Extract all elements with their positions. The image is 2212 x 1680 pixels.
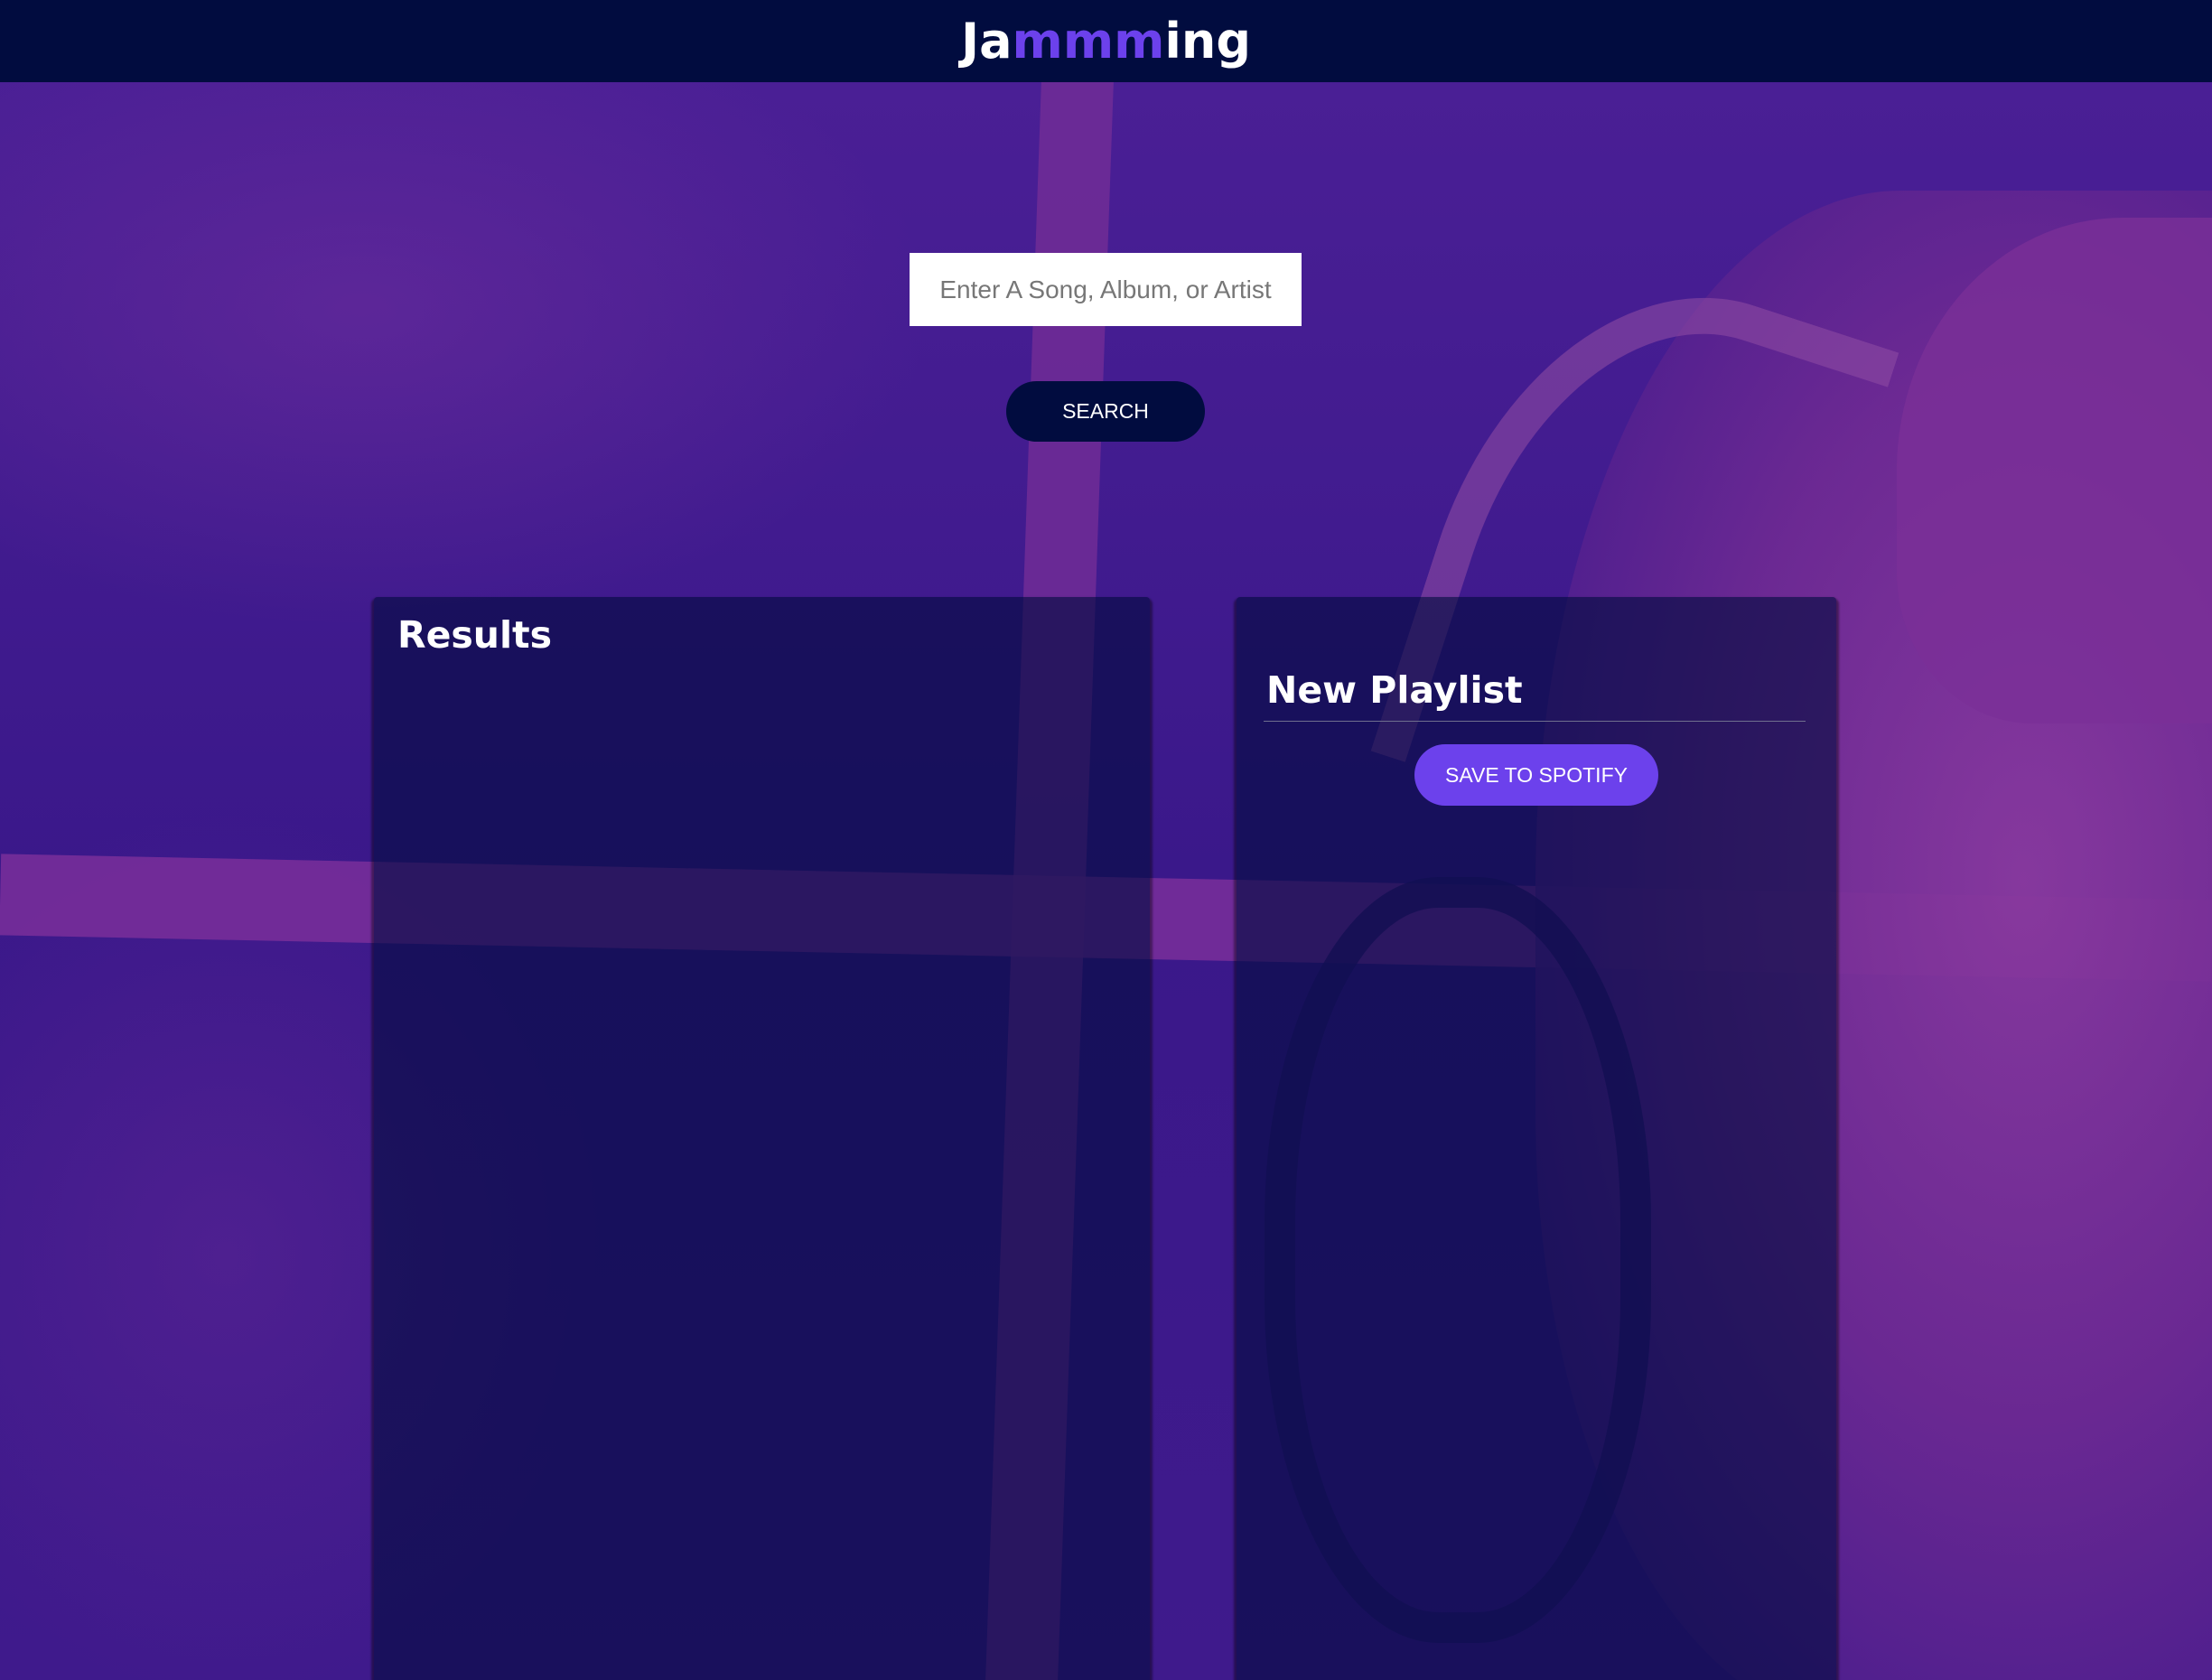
playlist-panel: SAVE TO SPOTIFY (1237, 597, 1836, 1680)
logo-suffix: ing (1164, 13, 1251, 70)
app-header: Jammming (0, 0, 2212, 82)
logo-prefix: Ja (961, 13, 1013, 70)
playlist-name-input[interactable] (1264, 658, 1806, 722)
app-logo: Jammming (961, 13, 1251, 70)
logo-highlight: mmm (1012, 13, 1165, 70)
save-to-spotify-button[interactable]: SAVE TO SPOTIFY (1414, 744, 1658, 806)
search-button[interactable]: SEARCH (1006, 381, 1205, 442)
search-input[interactable] (910, 253, 1302, 326)
results-title: Results (397, 613, 553, 657)
results-panel: Results (374, 597, 1150, 1680)
